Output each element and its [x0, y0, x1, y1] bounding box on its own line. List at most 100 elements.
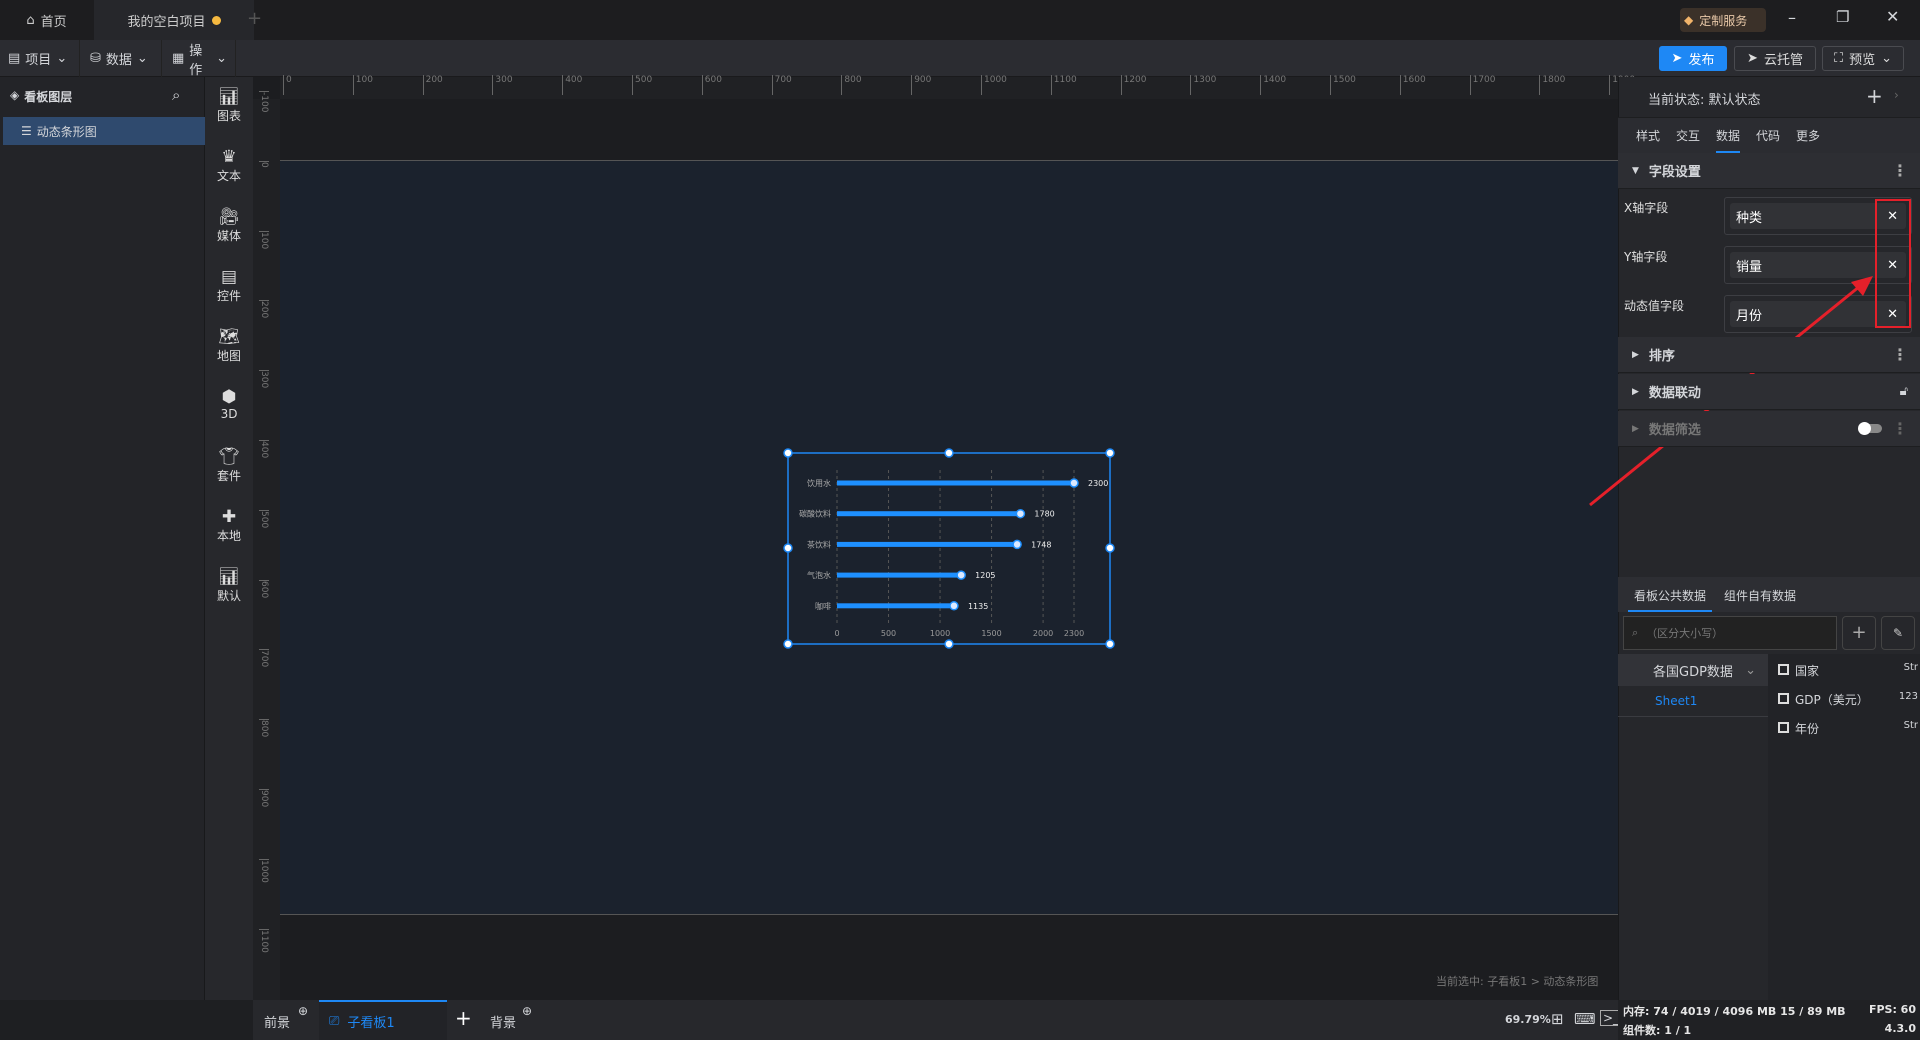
component-4[interactable]: 🗺︎ 地图	[205, 327, 253, 364]
bar	[837, 541, 1018, 547]
ruler-label: 600	[701, 75, 722, 95]
new-tab-button[interactable]: +	[247, 8, 262, 29]
divider	[1618, 716, 1768, 717]
menu-project[interactable]: ▤ 项目 ⌄	[0, 40, 80, 77]
component-5[interactable]: ⬢ 3D	[205, 387, 253, 421]
component-2[interactable]: 🎥︎ 媒体	[205, 207, 253, 244]
status-bar: 内存: 74 / 4019 / 4096 MB 15 / 89 MB FPS: …	[1618, 1000, 1920, 1040]
close-window-button[interactable]: ✕	[1886, 7, 1899, 26]
data-linkage-section[interactable]: ▶ 数据联动 🔓︎	[1618, 374, 1920, 410]
add-background-icon[interactable]: ⊕	[522, 1004, 532, 1018]
dataset-search-input[interactable]: ⌕ （区分大小写）	[1623, 616, 1837, 650]
component-3[interactable]: ▤ 控件	[205, 267, 253, 304]
edit-icon[interactable]: ✎	[1881, 616, 1915, 650]
publish-button[interactable]: ➤ 发布	[1659, 46, 1727, 71]
column-item[interactable]: GDP（美元） 123	[1778, 691, 1918, 708]
preview-button[interactable]: ⛶ 预览 ⌄	[1822, 46, 1904, 71]
resize-handle[interactable]	[944, 639, 954, 649]
component-7[interactable]: ✚ 本地	[205, 507, 253, 544]
cloud-host-button[interactable]: ➤ 云托管	[1734, 46, 1816, 71]
field-settings-header[interactable]: ▼ 字段设置 ⋮	[1618, 153, 1920, 189]
value-label: 1135	[968, 602, 988, 611]
x-tick-label: 0	[834, 629, 839, 638]
tab-4[interactable]: 更多	[1796, 127, 1820, 151]
tab-background[interactable]: 背景	[490, 1012, 516, 1031]
ruler-label: 700	[259, 649, 269, 668]
menu-operate[interactable]: ▦ 操作 ⌄	[164, 40, 236, 78]
checkbox[interactable]	[1778, 664, 1789, 675]
tab-1[interactable]: 交互	[1676, 127, 1700, 151]
tab-sub-board[interactable]: ⎚ 子看板1	[319, 1000, 447, 1040]
ruler-label: 800	[259, 719, 269, 738]
tab-project[interactable]: 我的空白项目	[94, 0, 254, 40]
chevron-down-icon: ⌄	[1745, 662, 1756, 678]
tab-component-data[interactable]: 组件自有数据	[1722, 577, 1798, 612]
ruler-label: 300	[259, 370, 269, 389]
fps-counter: FPS: 60	[1868, 1003, 1916, 1016]
chevron-right-icon[interactable]: ›	[1894, 88, 1899, 102]
ruler-label: 200	[422, 75, 443, 95]
filter-toggle[interactable]	[1858, 422, 1882, 435]
fullscreen-icon: ⛶	[1833, 51, 1844, 66]
selection-breadcrumb: 当前选中: 子看板1 > 动态条形图	[1436, 975, 1599, 988]
tab-foreground[interactable]: 前景	[264, 1012, 290, 1031]
checkbox[interactable]	[1778, 722, 1789, 733]
more-icon[interactable]: ⋮	[1892, 345, 1908, 364]
tab-3[interactable]: 代码	[1756, 127, 1780, 151]
category-label: 碳酸饮料	[799, 509, 831, 519]
caret-down-icon: ▼	[1632, 165, 1639, 176]
more-icon[interactable]: ⋮	[1892, 161, 1908, 180]
resize-handle[interactable]	[944, 448, 954, 458]
dataset-item[interactable]: 各国GDP数据 ⌄	[1618, 654, 1768, 686]
resize-handle[interactable]	[783, 639, 793, 649]
sort-section[interactable]: ▶ 排序 ⋮	[1618, 337, 1920, 373]
column-item[interactable]: 国家 Str	[1778, 662, 1918, 679]
keyboard-icon[interactable]: ⌨	[1574, 1010, 1596, 1028]
resize-handle[interactable]	[1105, 448, 1115, 458]
component-0[interactable]: 📊︎ 图表	[205, 87, 253, 124]
memory-usage: 内存: 74 / 4019 / 4096 MB 15 / 89 MB	[1623, 1005, 1846, 1018]
tab-home[interactable]: ⌂ 首页	[0, 0, 93, 40]
component-1[interactable]: ♛ 文本	[205, 147, 253, 184]
menu-data[interactable]: ⛁ 数据 ⌄	[82, 40, 162, 77]
checkbox[interactable]	[1778, 693, 1789, 704]
add-foreground-icon[interactable]: ⊕	[298, 1004, 308, 1018]
data-filter-section[interactable]: ▶ 数据筛选 ⋮	[1618, 411, 1920, 447]
add-state-button[interactable]: +	[1866, 84, 1883, 108]
more-icon[interactable]: ⋮	[1892, 419, 1908, 438]
tab-2[interactable]: 数据	[1716, 127, 1741, 153]
tab-0[interactable]: 样式	[1636, 127, 1660, 151]
add-dataset-button[interactable]: +	[1842, 616, 1876, 650]
add-board-button[interactable]: +	[455, 1006, 472, 1030]
unsaved-indicator	[211, 15, 221, 25]
column-item[interactable]: 年份 Str	[1778, 720, 1918, 737]
component-count: 组件数: 1 / 1	[1623, 1024, 1692, 1037]
component-8[interactable]: 📊︎ 默认	[205, 567, 253, 604]
maximize-button[interactable]: ❐	[1836, 8, 1849, 26]
send-icon: ➤	[1671, 51, 1683, 66]
fit-screen-icon[interactable]: ⊞	[1551, 1010, 1564, 1028]
caret-right-icon: ▶	[1632, 386, 1639, 397]
minimize-button[interactable]: –	[1788, 8, 1796, 27]
resize-handle[interactable]	[783, 543, 793, 553]
layer-panel	[0, 77, 205, 1000]
component-icon: ⬢	[221, 387, 237, 407]
field-label: X轴字段	[1624, 201, 1669, 215]
resize-handle[interactable]	[1105, 543, 1115, 553]
bar-chart-icon: ☰	[21, 124, 32, 138]
tab-board-public-data[interactable]: 看板公共数据	[1628, 577, 1713, 612]
bar-end-dot	[1015, 508, 1026, 519]
sheet-item[interactable]: Sheet1	[1655, 694, 1697, 708]
value-label: 2300	[1088, 479, 1108, 488]
component-6[interactable]: 👕︎ 套件	[205, 447, 253, 484]
custom-service-button[interactable]: ◆ 定制服务	[1680, 8, 1766, 32]
component-bar: 📊︎ 图表 ♛ 文本 🎥︎ 媒体 ▤ 控件 🗺︎ 地图 ⬢ 3D 👕︎ 套件 ✚ 本地 📊︎ 默认	[205, 77, 253, 1000]
x-tick-label: 1500	[981, 629, 1001, 638]
resize-handle[interactable]	[1105, 639, 1115, 649]
layer-item[interactable]: ☰ 动态条形图	[3, 117, 205, 145]
bar-chart-widget[interactable]: 0 500 1000 1500 2000 2300 饮用水 2300 碳酸饮料 1780 茶饮料 17…	[780, 445, 1120, 655]
lock-icon[interactable]: 🔓︎	[1900, 384, 1908, 399]
grid-icon: ▦	[172, 51, 185, 66]
resize-handle[interactable]	[783, 448, 793, 458]
search-icon[interactable]: ⌕	[172, 86, 180, 104]
